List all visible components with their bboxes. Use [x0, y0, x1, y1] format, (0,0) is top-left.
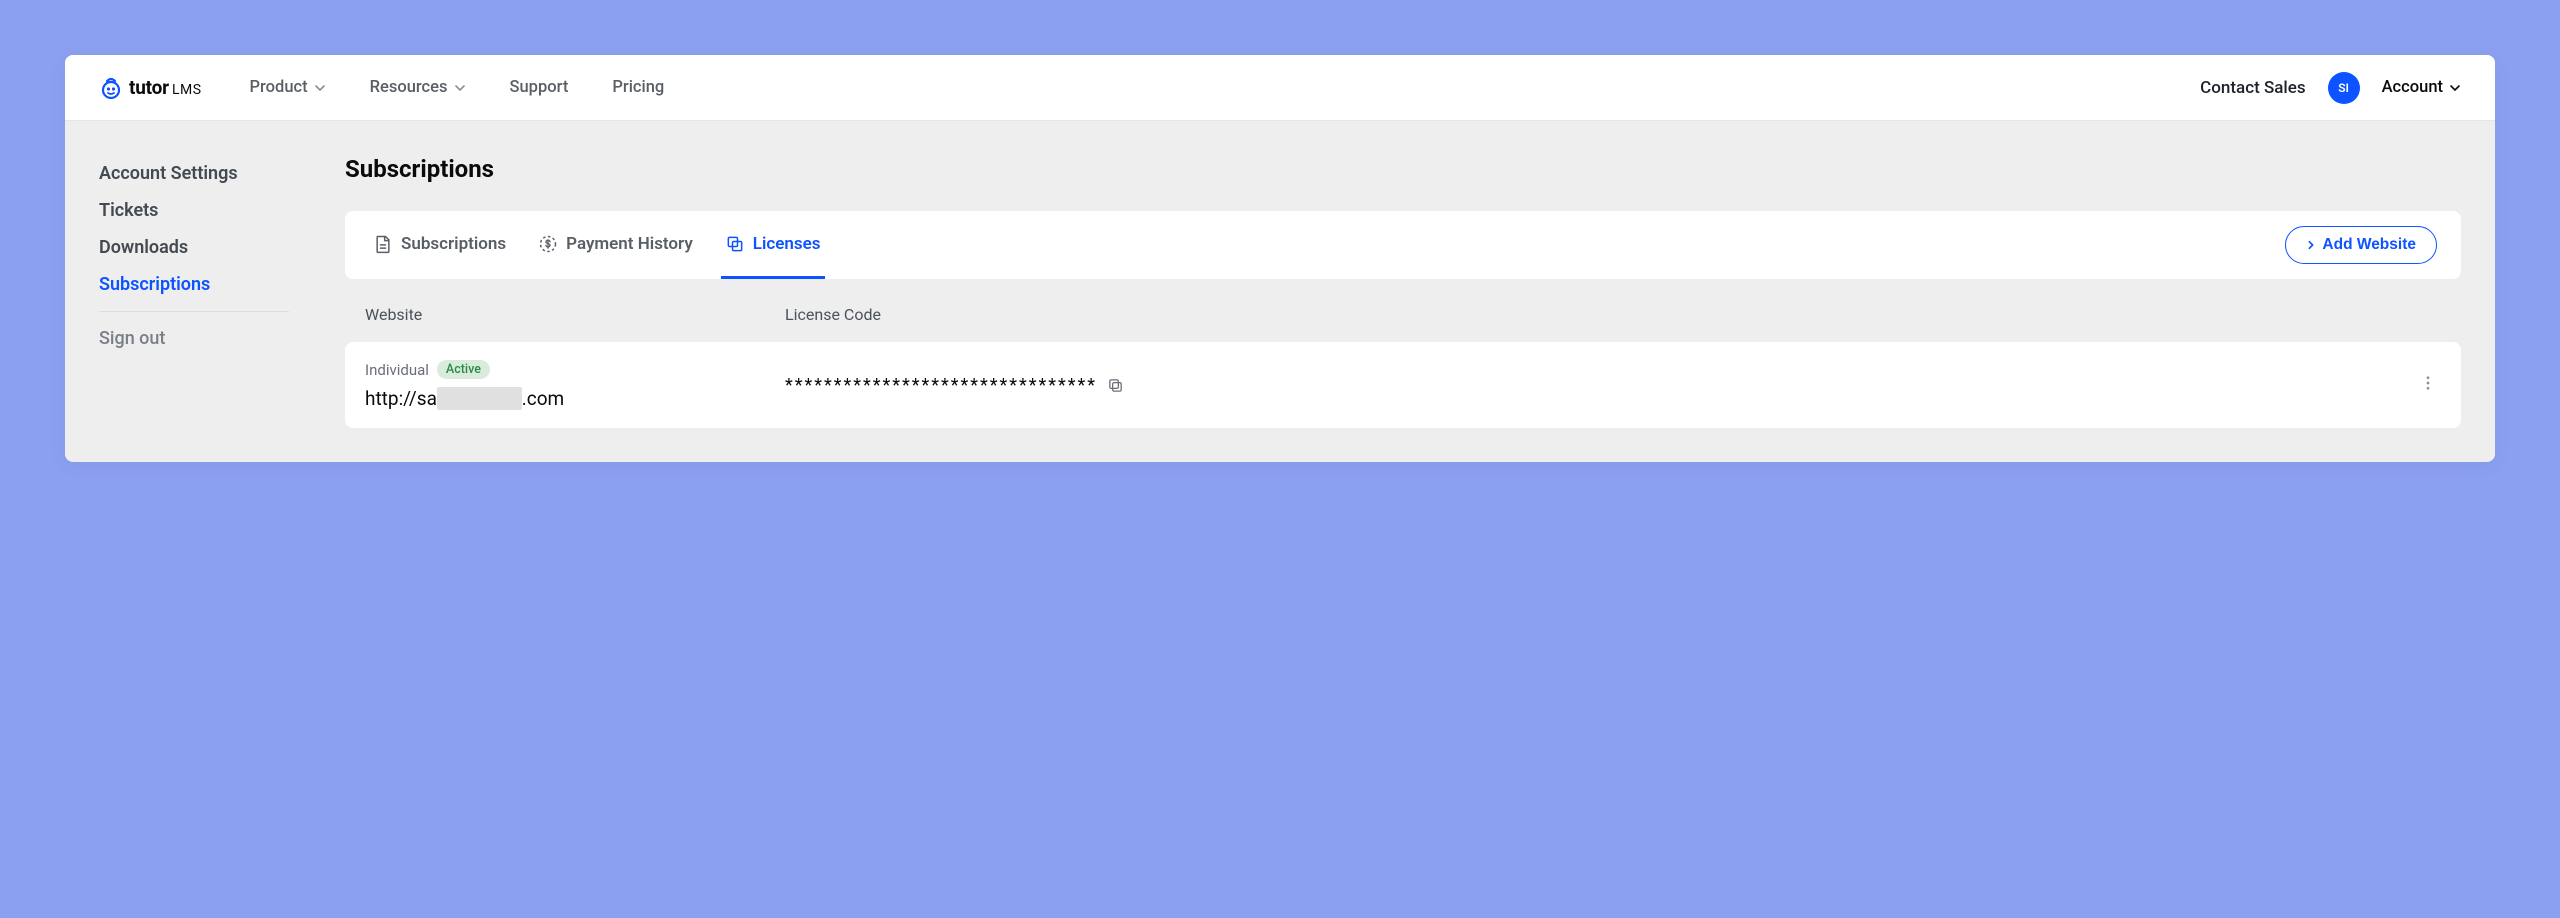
- chevron-down-icon: [2449, 82, 2461, 94]
- nav-label: Resources: [370, 78, 448, 97]
- sidebar-item-downloads[interactable]: Downloads: [99, 229, 289, 266]
- sidebar-divider: [99, 311, 289, 312]
- license-website-cell: Individual Active http://saxxxxxxxxx.com: [365, 360, 785, 410]
- website-url: http://saxxxxxxxxx.com: [365, 387, 785, 410]
- avatar[interactable]: SI: [2328, 72, 2360, 104]
- account-dropdown[interactable]: Account: [2382, 78, 2461, 97]
- column-header-license: License Code: [785, 305, 2441, 324]
- sidebar-item-sign-out[interactable]: Sign out: [99, 320, 289, 357]
- nav-label: Product: [250, 78, 308, 97]
- row-more-button[interactable]: [2415, 370, 2441, 400]
- tabs: Subscriptions Payment History Licenses: [369, 211, 825, 279]
- overlap-squares-icon: [725, 234, 745, 254]
- copy-icon: [1107, 377, 1124, 394]
- button-label: Add Website: [2322, 236, 2416, 254]
- document-icon: [373, 234, 393, 254]
- logo-text: tutorLMS: [129, 76, 202, 99]
- plan-name: Individual: [365, 361, 429, 379]
- table-headers: Website License Code: [345, 279, 2461, 342]
- column-header-website: Website: [365, 305, 785, 324]
- topbar: tutorLMS Product Resources Support Prici…: [65, 55, 2495, 121]
- page-title: Subscriptions: [345, 155, 2461, 183]
- tab-label: Subscriptions: [401, 234, 506, 254]
- tab-subscriptions[interactable]: Subscriptions: [369, 211, 510, 279]
- add-website-button[interactable]: Add Website: [2285, 226, 2437, 264]
- chevron-down-icon: [454, 82, 466, 94]
- nav-primary: Product Resources Support Pricing: [250, 78, 665, 97]
- logo[interactable]: tutorLMS: [99, 76, 202, 100]
- sidebar: Account Settings Tickets Downloads Subsc…: [99, 155, 289, 357]
- copy-license-button[interactable]: [1107, 377, 1124, 394]
- tab-licenses[interactable]: Licenses: [721, 211, 825, 279]
- nav-item-product[interactable]: Product: [250, 78, 326, 97]
- status-badge: Active: [437, 360, 490, 379]
- nav-item-support[interactable]: Support: [510, 78, 569, 97]
- sidebar-item-tickets[interactable]: Tickets: [99, 192, 289, 229]
- main-content: Subscriptions Subscriptions Payment Hist…: [345, 155, 2461, 428]
- dollar-circle-icon: [538, 234, 558, 254]
- nav-label: Pricing: [612, 78, 664, 97]
- nav-secondary: Contact Sales SI Account: [2200, 72, 2461, 104]
- nav-item-pricing[interactable]: Pricing: [612, 78, 664, 97]
- more-vertical-icon: [2419, 374, 2437, 392]
- tabs-card: Subscriptions Payment History Licenses A…: [345, 211, 2461, 279]
- chevron-down-icon: [314, 82, 326, 94]
- chevron-right-icon: [2306, 240, 2316, 250]
- tab-payment-history[interactable]: Payment History: [534, 211, 697, 279]
- license-code-cell: ********************************: [785, 375, 2415, 396]
- sidebar-item-account-settings[interactable]: Account Settings: [99, 155, 289, 192]
- contact-sales-link[interactable]: Contact Sales: [2200, 78, 2305, 98]
- logo-icon: [99, 76, 123, 100]
- nav-item-resources[interactable]: Resources: [370, 78, 466, 97]
- sidebar-item-subscriptions[interactable]: Subscriptions: [99, 266, 289, 303]
- tab-label: Licenses: [753, 234, 821, 254]
- nav-label: Support: [510, 78, 569, 97]
- license-row: Individual Active http://saxxxxxxxxx.com…: [345, 342, 2461, 428]
- tab-label: Payment History: [566, 234, 693, 254]
- account-label: Account: [2382, 78, 2443, 97]
- license-code-masked: ********************************: [785, 375, 1097, 396]
